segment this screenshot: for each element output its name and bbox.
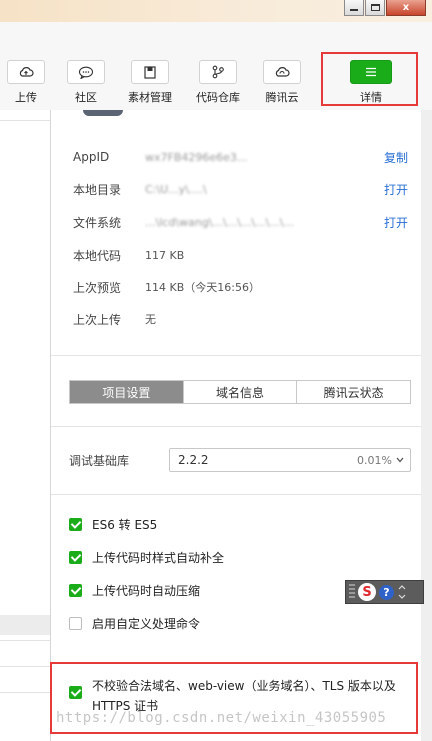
cloud-icon — [275, 67, 290, 77]
tab-tencent-cloud-status[interactable]: 腾讯云状态 — [296, 381, 411, 403]
tencent-cloud-label: 腾讯云 — [265, 91, 299, 104]
app-avatar — [83, 110, 123, 116]
last-upload-label: 上次上传 — [73, 312, 122, 327]
copy-appid-link[interactable]: 复制 — [384, 149, 408, 166]
tencent-cloud-button[interactable]: 腾讯云 — [252, 60, 312, 105]
debug-library-label: 调试基础库 — [69, 453, 130, 468]
file-system-label: 文件系统 — [73, 215, 122, 230]
close-button[interactable]: x — [386, 0, 426, 16]
upload-button[interactable]: 上传 — [0, 60, 56, 105]
divider — [51, 494, 422, 495]
checkbox-label: 启用自定义处理命令 — [92, 616, 201, 631]
community-button[interactable]: 社区 — [56, 60, 116, 105]
minimize-icon — [350, 8, 358, 11]
ime-toolbar[interactable]: S ? — [345, 580, 424, 604]
local-dir-value: C:\U...y\....\ — [145, 182, 207, 196]
appid-label: AppID — [73, 150, 110, 164]
library-version: 2.2.2 — [178, 453, 209, 467]
code-repo-button[interactable]: 代码仓库 — [188, 60, 248, 105]
folder-icon — [144, 65, 156, 79]
checkbox-checked[interactable] — [69, 550, 82, 564]
close-icon: x — [402, 2, 410, 13]
checkbox-custom-commands[interactable]: 启用自定义处理命令 — [69, 613, 200, 633]
details-highlight-box — [321, 52, 418, 106]
minimize-button[interactable] — [344, 0, 364, 16]
checkbox-auto-minify[interactable]: 上传代码时自动压缩 — [69, 580, 200, 600]
open-local-dir-link[interactable]: 打开 — [384, 181, 408, 198]
tab-project-settings[interactable]: 项目设置 — [70, 381, 183, 403]
last-preview-label: 上次预览 — [73, 280, 122, 295]
help-icon[interactable]: ? — [379, 584, 394, 600]
checkbox-style-autoprefix[interactable]: 上传代码时样式自动补全 — [69, 547, 224, 567]
checkbox-es6-to-es5[interactable]: ES6 转 ES5 — [69, 514, 157, 534]
divider — [51, 426, 422, 427]
maximize-button[interactable] — [365, 0, 385, 16]
last-upload-value: 无 — [145, 313, 156, 326]
local-dir-label: 本地目录 — [73, 182, 122, 197]
assets-button[interactable]: 素材管理 — [120, 60, 180, 105]
sogou-logo-icon[interactable]: S — [358, 583, 376, 601]
maximize-icon — [370, 4, 380, 11]
file-system-value: ...\lcd\wang\...\...\...\...\...\... — [145, 215, 294, 229]
debug-library-select[interactable]: 2.2.2 0.01% — [169, 448, 411, 472]
cloud-upload-icon — [19, 67, 34, 77]
settings-tabs: 项目设置 域名信息 腾讯云状态 — [69, 380, 411, 404]
git-branch-icon — [212, 65, 224, 79]
tab-domain-info[interactable]: 域名信息 — [182, 381, 297, 403]
open-file-system-link[interactable]: 打开 — [384, 214, 408, 231]
debug-library-row: 调试基础库 2.2.2 0.01% — [69, 448, 411, 472]
checkbox-checked[interactable] — [69, 517, 82, 531]
local-dir-row: 本地目录 C:\U...y\....\ 打开 — [73, 180, 408, 198]
checkbox-unchecked[interactable] — [69, 616, 82, 630]
community-label: 社区 — [75, 91, 97, 104]
window-title-bar: x — [0, 0, 432, 22]
chat-bubble-icon — [78, 66, 94, 79]
appid-value: wx7FB4296e6e3... — [145, 150, 248, 164]
local-code-label: 本地代码 — [73, 248, 122, 263]
library-usage-percent: 0.01% — [357, 453, 392, 467]
checkbox-checked[interactable] — [69, 583, 82, 597]
last-preview-row: 上次预览 114 KB（今天16:56） — [73, 278, 408, 296]
file-system-row: 文件系统 ...\lcd\wang\...\...\...\...\...\..… — [73, 213, 408, 231]
local-code-value: 117 KB — [145, 248, 185, 262]
code-repo-label: 代码仓库 — [196, 91, 240, 104]
checkbox-label: ES6 转 ES5 — [92, 517, 158, 532]
upload-label: 上传 — [15, 91, 37, 104]
chevron-down-icon — [396, 457, 404, 463]
assets-label: 素材管理 — [128, 91, 172, 104]
drag-handle-icon[interactable] — [349, 584, 355, 600]
editor-area — [0, 110, 50, 741]
checkbox-label: 上传代码时样式自动补全 — [92, 550, 225, 565]
divider — [51, 355, 422, 356]
appid-row: AppID wx7FB4296e6e3... 复制 — [73, 148, 408, 166]
details-panel: AppID wx7FB4296e6e3... 复制 本地目录 C:\U...y\… — [50, 110, 423, 741]
watermark: https://blog.csdn.net/weixin_43055905 — [56, 710, 387, 726]
checkbox-label: 上传代码时自动压缩 — [92, 583, 201, 598]
last-upload-row: 上次上传 无 — [73, 310, 408, 328]
last-preview-value: 114 KB（今天16:56） — [145, 281, 260, 294]
menu-arrows-icon[interactable] — [398, 585, 406, 599]
window-controls: x — [343, 0, 426, 16]
local-code-row: 本地代码 117 KB — [73, 246, 408, 264]
scrollbar-track[interactable] — [421, 110, 432, 741]
